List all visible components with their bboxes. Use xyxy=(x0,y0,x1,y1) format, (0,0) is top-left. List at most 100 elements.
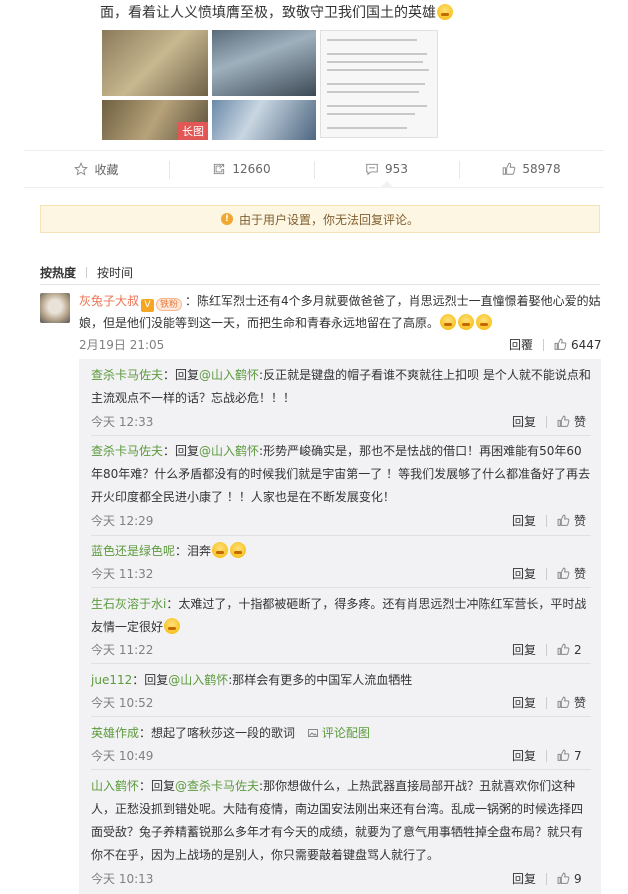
reply-actions: 回复 赞 xyxy=(512,512,586,529)
comment-icon xyxy=(366,163,378,176)
reply-username[interactable]: 蓝色还是绿色呢 xyxy=(91,544,175,558)
reply-time: 今天 12:33 xyxy=(91,415,154,429)
reply-button[interactable]: 回复 xyxy=(512,641,536,658)
mention-link[interactable]: @山入鹤怀 xyxy=(168,673,228,687)
reply-button[interactable]: 回复 xyxy=(512,747,536,764)
comment-sort-tabs: 按热度 按时间 xyxy=(40,264,133,281)
post-image-grid: 长图 xyxy=(100,28,440,140)
reply-prefix: ：回复 xyxy=(163,368,200,382)
tab-sort-hot[interactable]: 按热度 xyxy=(40,264,76,281)
comment-image-link[interactable]: 评论配图 xyxy=(299,726,370,740)
mention-link[interactable]: @山入鹤怀 xyxy=(199,444,259,458)
comment-button[interactable]: 953 xyxy=(314,151,459,188)
star-icon xyxy=(74,162,89,176)
reply-divider xyxy=(91,716,591,717)
list-item: 查杀卡马佐夫：回复@山入鹤怀:形势严峻确实是，那也不是怯战的借口！再困难能有50… xyxy=(91,440,591,509)
list-item: 蓝色还是绿色呢：泪奔 xyxy=(91,540,591,563)
reply-button[interactable]: 回复 xyxy=(512,413,536,430)
repost-count: 12660 xyxy=(232,162,271,176)
thumbs-up-icon xyxy=(503,162,516,175)
reply-time: 今天 10:49 xyxy=(91,749,154,763)
action-divider xyxy=(546,567,548,580)
repost-icon xyxy=(214,163,225,175)
thumbs-up-icon[interactable] xyxy=(557,567,570,580)
thumbs-up-icon[interactable] xyxy=(554,338,567,351)
action-divider xyxy=(546,696,548,709)
reply-divider xyxy=(91,663,591,664)
reply-prefix: ：回复 xyxy=(139,779,176,793)
crying-emoji-icon xyxy=(437,4,453,20)
crying-emoji-icon xyxy=(476,314,493,330)
reply-username[interactable]: jue112 xyxy=(91,673,132,687)
post-image-4[interactable]: 长图 xyxy=(102,100,208,140)
list-item: 英雄作成：想起了喀秋莎这一段的歌词 评论配图 xyxy=(91,722,591,745)
post-image-1[interactable] xyxy=(102,30,208,96)
reply-actions: 回复 赞 xyxy=(512,694,586,711)
post-image-2[interactable] xyxy=(212,30,316,96)
reply-actions: 回复 2 xyxy=(512,641,582,658)
reply-username[interactable]: 英雄作成 xyxy=(91,726,139,740)
sort-divider-line xyxy=(40,284,600,285)
reply-text: ：泪奔 xyxy=(175,544,212,558)
post-action-bar: 收藏 12660 953 58978 xyxy=(24,150,604,188)
reply-username[interactable]: 山入鹤怀 xyxy=(91,779,139,793)
thumbs-up-icon[interactable] xyxy=(557,514,570,527)
thumbs-up-icon[interactable] xyxy=(557,696,570,709)
reply-time: 今天 11:22 xyxy=(91,643,154,657)
reply-actions: 回复 7 xyxy=(512,747,582,764)
thumbs-up-icon[interactable] xyxy=(557,749,570,762)
reply-actions: 回复 赞 xyxy=(512,413,586,430)
reply-username[interactable]: 查杀卡马佐夫 xyxy=(91,368,163,382)
reply-username[interactable]: 查杀卡马佐夫 xyxy=(91,444,163,458)
like-label: 赞 xyxy=(574,696,587,710)
comment-actions: 回覆 6447 xyxy=(509,336,602,353)
like-count: 6447 xyxy=(571,337,602,352)
list-item: 生石灰溶于水i：太难过了，十指都被砸断了，得多疼。还有肖思远烈士冲陈红军营长，平… xyxy=(91,593,591,639)
notice-text: 由于用户设置，你无法回复评论。 xyxy=(238,212,419,227)
reply-time: 今天 11:32 xyxy=(91,567,154,581)
reply-button[interactable]: 回复 xyxy=(512,694,536,711)
like-label: 赞 xyxy=(574,567,587,581)
mention-link[interactable]: @查杀卡马佐夫 xyxy=(175,779,259,793)
reply-disabled-notice: ! 由于用户设置，你无法回复评论。 xyxy=(40,205,600,233)
reply-button[interactable]: 回复 xyxy=(512,870,536,887)
thumbs-up-icon[interactable] xyxy=(557,415,570,428)
like-count: 9 xyxy=(574,871,582,886)
post-text: 面，看着让人义愤填膺至极，致敬守卫我们国土的英雄 xyxy=(100,2,454,22)
reply-text: :那样会有更多的中国军人流血牺牲 xyxy=(228,673,413,687)
like-button[interactable]: 58978 xyxy=(459,151,604,187)
reply-time: 今天 12:29 xyxy=(91,514,154,528)
reply-divider xyxy=(91,587,591,588)
like-count: 7 xyxy=(574,748,582,763)
favorite-button[interactable]: 收藏 xyxy=(24,151,169,187)
fan-badge: 铁粉 xyxy=(156,298,183,311)
thumbs-up-icon[interactable] xyxy=(557,872,570,885)
crying-emoji-icon xyxy=(164,618,181,634)
reply-actions: 回复 赞 xyxy=(512,565,586,582)
crying-emoji-icon xyxy=(212,542,229,558)
list-item: jue112：回复@山入鹤怀:那样会有更多的中国军人流血牺牲 xyxy=(91,669,591,692)
comment-username[interactable]: 灰兔子大叔 xyxy=(79,294,139,308)
reply-actions: 回复 9 xyxy=(512,870,582,887)
verified-badge: V xyxy=(141,299,155,312)
list-item: 查杀卡马佐夫：回复@山入鹤怀:反正就是键盘的帽子看谁不爽就往上扣呗 是个人就不能… xyxy=(91,364,591,410)
active-caret xyxy=(379,181,394,188)
reply-text: ：想起了喀秋莎这一段的歌词 xyxy=(139,726,296,740)
reply-username[interactable]: 生石灰溶于水i xyxy=(91,597,166,611)
repost-button[interactable]: 12660 xyxy=(169,151,314,187)
reply-divider xyxy=(91,769,591,770)
reply-divider xyxy=(91,535,591,536)
reply-button[interactable]: 回复 xyxy=(512,512,536,529)
avatar[interactable] xyxy=(40,293,70,323)
image-icon xyxy=(307,729,318,737)
reply-button[interactable]: 回复 xyxy=(512,565,536,582)
comment-time: 2月19日 21:05 xyxy=(79,338,165,352)
reply-time: 今天 10:52 xyxy=(91,696,154,710)
post-image-3[interactable] xyxy=(320,30,438,138)
tab-sort-time[interactable]: 按时间 xyxy=(97,264,133,281)
thumbs-up-icon[interactable] xyxy=(557,643,570,656)
mention-link[interactable]: @山入鹤怀 xyxy=(199,368,259,382)
reply-prefix: ：回复 xyxy=(132,673,169,687)
reply-button[interactable]: 回覆 xyxy=(509,336,533,353)
post-image-5[interactable] xyxy=(212,100,316,140)
